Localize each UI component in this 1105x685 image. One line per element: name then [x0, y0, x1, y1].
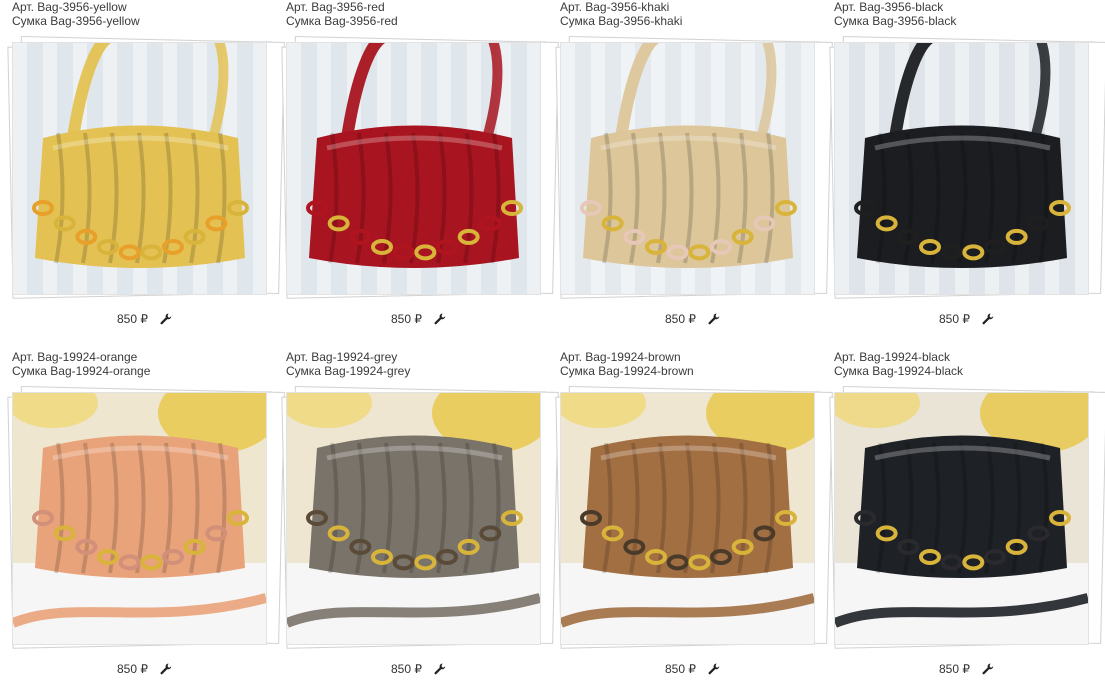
product-grid: Арт. Bag-3956-yellow Сумка Bag-3956-yello…: [0, 0, 1105, 685]
product-title: Арт. Bag-19924-black Сумка Bag-19924-blac…: [834, 350, 1099, 378]
product-price: 850 ₽: [117, 311, 148, 326]
product-name[interactable]: Сумка Bag-19924-grey: [286, 364, 551, 378]
product-title: Арт. Bag-3956-black Сумка Bag-3956-black: [834, 0, 1099, 28]
product-title: Арт. Bag-3956-khaki Сумка Bag-3956-khaki: [560, 0, 825, 28]
product-card[interactable]: Арт. Bag-3956-yellow Сумка Bag-3956-yello…: [7, 0, 285, 335]
product-photo-stack[interactable]: [7, 386, 285, 649]
wrench-icon[interactable]: [434, 313, 446, 325]
product-article: Арт. Bag-3956-black: [834, 0, 944, 14]
product-photo-frame[interactable]: [12, 42, 267, 295]
product-article: Арт. Bag-19924-grey: [286, 350, 398, 364]
product-photo-frame[interactable]: [286, 42, 541, 295]
product-photo-stack[interactable]: [281, 36, 559, 299]
product-price: 850 ₽: [939, 311, 970, 326]
product-title: Арт. Bag-19924-brown Сумка Bag-19924-brow…: [560, 350, 825, 378]
product-name[interactable]: Сумка Bag-3956-yellow: [12, 14, 277, 28]
product-price: 850 ₽: [391, 311, 422, 326]
wrench-icon[interactable]: [982, 663, 994, 675]
price-row: 850 ₽: [286, 311, 551, 326]
product-name[interactable]: Сумка Bag-3956-black: [834, 14, 1099, 28]
product-title: Арт. Bag-3956-yellow Сумка Bag-3956-yello…: [12, 0, 277, 28]
product-photo[interactable]: [287, 43, 540, 294]
product-photo[interactable]: [561, 43, 814, 294]
wrench-icon[interactable]: [708, 313, 720, 325]
product-photo[interactable]: [835, 43, 1088, 294]
product-photo-frame[interactable]: [286, 392, 541, 645]
product-article: Арт. Bag-19924-black: [834, 350, 950, 364]
product-photo[interactable]: [13, 43, 266, 294]
wrench-icon[interactable]: [160, 313, 172, 325]
product-card[interactable]: Арт. Bag-19924-brown Сумка Bag-19924-brow…: [555, 350, 833, 685]
product-card[interactable]: Арт. Bag-3956-khaki Сумка Bag-3956-khaki 8…: [555, 0, 833, 335]
product-price: 850 ₽: [117, 661, 148, 676]
wrench-icon[interactable]: [160, 663, 172, 675]
product-photo-stack[interactable]: [555, 36, 833, 299]
price-row: 850 ₽: [834, 311, 1099, 326]
product-photo-frame[interactable]: [560, 42, 815, 295]
wrench-icon[interactable]: [434, 663, 446, 675]
product-price: 850 ₽: [391, 661, 422, 676]
product-price: 850 ₽: [665, 661, 696, 676]
product-photo-stack[interactable]: [829, 386, 1105, 649]
product-photo-stack[interactable]: [829, 36, 1105, 299]
product-title: Арт. Bag-3956-red Сумка Bag-3956-red: [286, 0, 551, 28]
price-row: 850 ₽: [834, 661, 1099, 676]
price-row: 850 ₽: [560, 311, 825, 326]
price-row: 850 ₽: [286, 661, 551, 676]
product-card[interactable]: Арт. Bag-19924-black Сумка Bag-19924-blac…: [829, 350, 1105, 685]
product-photo-frame[interactable]: [560, 392, 815, 645]
product-article: Арт. Bag-19924-brown: [560, 350, 681, 364]
wrench-icon[interactable]: [708, 663, 720, 675]
product-price: 850 ₽: [665, 311, 696, 326]
price-row: 850 ₽: [560, 661, 825, 676]
price-row: 850 ₽: [12, 311, 277, 326]
product-name[interactable]: Сумка Bag-19924-brown: [560, 364, 825, 378]
product-title: Арт. Bag-19924-grey Сумка Bag-19924-grey: [286, 350, 551, 378]
product-article: Арт. Bag-3956-red: [286, 0, 385, 14]
product-name[interactable]: Сумка Bag-19924-black: [834, 364, 1099, 378]
product-card[interactable]: Арт. Bag-3956-red Сумка Bag-3956-red 850 ₽: [281, 0, 559, 335]
product-name[interactable]: Сумка Bag-19924-orange: [12, 364, 277, 378]
product-photo[interactable]: [13, 393, 266, 644]
product-card[interactable]: Арт. Bag-3956-black Сумка Bag-3956-black 8…: [829, 0, 1105, 335]
product-article: Арт. Bag-3956-khaki: [560, 0, 670, 14]
product-card[interactable]: Арт. Bag-19924-orange Сумка Bag-19924-ora…: [7, 350, 285, 685]
product-title: Арт. Bag-19924-orange Сумка Bag-19924-ora…: [12, 350, 277, 378]
wrench-icon[interactable]: [982, 313, 994, 325]
product-name[interactable]: Сумка Bag-3956-red: [286, 14, 551, 28]
product-photo-frame[interactable]: [834, 42, 1089, 295]
price-row: 850 ₽: [12, 661, 277, 676]
product-article: Арт. Bag-19924-orange: [12, 350, 138, 364]
product-photo[interactable]: [561, 393, 814, 644]
product-article: Арт. Bag-3956-yellow: [12, 0, 127, 14]
product-photo-frame[interactable]: [12, 392, 267, 645]
product-card[interactable]: Арт. Bag-19924-grey Сумка Bag-19924-grey 8…: [281, 350, 559, 685]
product-photo[interactable]: [835, 393, 1088, 644]
product-photo-stack[interactable]: [7, 36, 285, 299]
product-name[interactable]: Сумка Bag-3956-khaki: [560, 14, 825, 28]
product-price: 850 ₽: [939, 661, 970, 676]
product-photo-stack[interactable]: [555, 386, 833, 649]
product-photo[interactable]: [287, 393, 540, 644]
product-photo-frame[interactable]: [834, 392, 1089, 645]
product-photo-stack[interactable]: [281, 386, 559, 649]
